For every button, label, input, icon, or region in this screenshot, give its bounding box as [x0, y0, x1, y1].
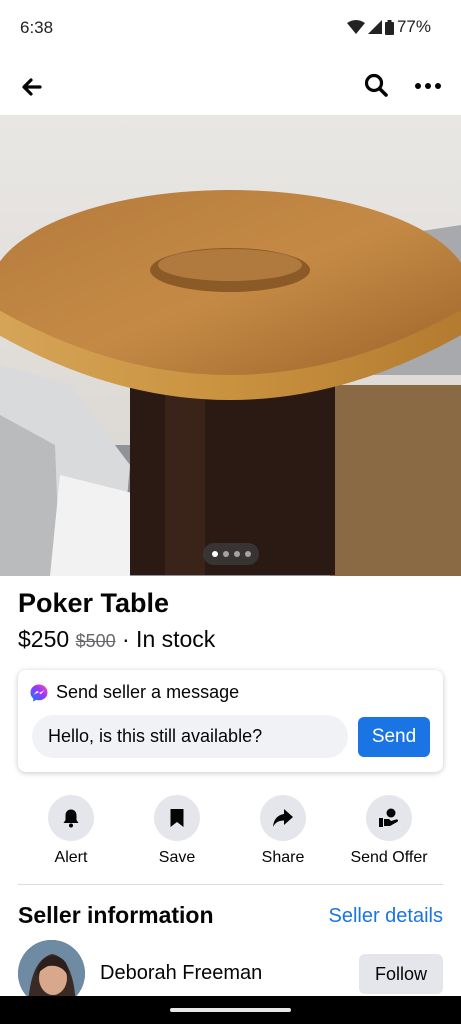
price-line: $250 $500 · In stock — [18, 626, 215, 653]
system-nav-bar — [0, 996, 461, 1024]
section-divider — [18, 884, 443, 885]
search-button[interactable] — [363, 72, 391, 100]
seller-name[interactable]: Deborah Freeman — [100, 962, 262, 985]
send-offer-button[interactable]: Send Offer — [336, 795, 442, 867]
more-options-button[interactable] — [413, 74, 443, 98]
follow-button[interactable]: Follow — [359, 954, 443, 994]
wifi-icon — [346, 20, 365, 34]
battery-icon — [384, 19, 394, 35]
seller-info-heading: Seller information — [18, 902, 214, 928]
share-button[interactable]: Share — [230, 795, 336, 867]
alert-button[interactable]: Alert — [18, 795, 124, 867]
pager-dot — [222, 551, 229, 557]
share-label: Share — [261, 849, 305, 866]
status-icons: 77% — [346, 17, 431, 37]
listing-photo[interactable] — [0, 115, 461, 576]
home-handle[interactable] — [170, 1008, 291, 1012]
seller-details-link[interactable]: Seller details — [328, 905, 443, 928]
message-card-title: Send seller a message — [56, 682, 240, 702]
back-button[interactable] — [18, 74, 46, 100]
send-button[interactable]: Send — [358, 717, 430, 757]
price: $250 — [18, 626, 70, 652]
messenger-icon — [30, 684, 48, 701]
bell-icon — [63, 809, 79, 828]
action-row: Alert Save Share Send Offer — [18, 795, 443, 870]
share-icon — [273, 809, 293, 827]
availability: · In stock — [122, 626, 216, 652]
save-button[interactable]: Save — [124, 795, 230, 867]
photo-pager[interactable] — [203, 543, 259, 565]
save-label: Save — [158, 849, 196, 866]
signal-icon — [367, 20, 382, 34]
arrow-left-icon — [22, 78, 42, 96]
message-seller-card: Send seller a message Hello, is this sti… — [18, 670, 443, 772]
message-card-header: Send seller a message — [30, 682, 239, 703]
offer-icon — [379, 808, 399, 827]
send-offer-label: Send Offer — [350, 849, 428, 866]
message-input[interactable]: Hello, is this still available? — [32, 715, 348, 758]
alert-circle — [48, 795, 94, 841]
status-bar: 6:38 77% — [0, 0, 461, 56]
original-price: $500 — [75, 631, 116, 651]
alert-label: Alert — [54, 849, 88, 866]
listing-title: Poker Table — [18, 588, 170, 618]
pager-dot — [244, 551, 251, 557]
pager-dot — [233, 551, 240, 557]
battery-percent: 77% — [396, 17, 431, 36]
pager-dot — [211, 551, 218, 557]
top-app-bar — [0, 62, 461, 112]
status-time: 6:38 — [20, 18, 54, 37]
poker-table-photo — [0, 115, 461, 576]
search-icon — [364, 73, 388, 97]
share-circle — [260, 795, 306, 841]
more-horizontal-icon — [415, 83, 441, 89]
save-circle — [154, 795, 200, 841]
bookmark-icon — [170, 809, 184, 827]
send-offer-circle — [366, 795, 412, 841]
